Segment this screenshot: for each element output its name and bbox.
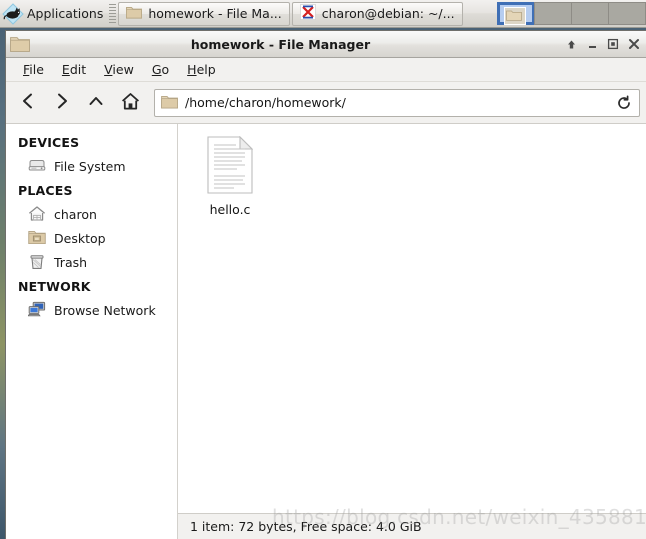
- parent-folder-button[interactable]: [80, 87, 112, 119]
- file-icon-view[interactable]: hello.c: [178, 124, 646, 513]
- file-item-hello-c[interactable]: hello.c: [192, 135, 268, 217]
- menu-go[interactable]: Go: [143, 60, 178, 79]
- menu-file[interactable]: File: [14, 60, 53, 79]
- screen: Applications homework - File Ma... charo…: [0, 0, 646, 539]
- applications-menu-label: Applications: [27, 6, 104, 21]
- window-task-list: homework - File Ma... charon@debian: ~/.…: [118, 0, 494, 27]
- workspace-4-button[interactable]: [608, 2, 646, 25]
- chevron-up-icon: [87, 92, 105, 113]
- panel-handle[interactable]: [109, 4, 117, 23]
- status-text: 1 item: 72 bytes, Free space: 4.0 GiB: [190, 519, 422, 534]
- workspace-1-button[interactable]: [497, 2, 535, 25]
- home-icon: [121, 92, 140, 114]
- path-folder-icon: [161, 94, 178, 112]
- menu-go-rest: o: [161, 62, 170, 77]
- chevron-right-icon: [53, 92, 71, 113]
- sidebar-header-network: NETWORK: [18, 279, 91, 294]
- drive-harddisk-icon: [28, 157, 46, 175]
- shortcuts-sidebar: DEVICES File System PLACES charon Deskto…: [6, 124, 178, 539]
- window-titlebar[interactable]: homework - File Manager: [6, 31, 646, 58]
- menu-go-accel: G: [151, 62, 162, 77]
- forward-button[interactable]: [46, 87, 78, 119]
- maximize-button[interactable]: [603, 34, 623, 54]
- folder-icon: [126, 5, 143, 22]
- menu-view[interactable]: View: [95, 60, 143, 79]
- main-area: hello.c 1 item: 72 bytes, Free space: 4.…: [178, 124, 646, 539]
- task-button-label: charon@debian: ~/...: [321, 6, 455, 21]
- task-button-file-manager[interactable]: homework - File Ma...: [118, 1, 290, 26]
- xterm-icon: [299, 4, 316, 23]
- sidebar-item-label: File System: [54, 158, 126, 174]
- menu-edit[interactable]: Edit: [53, 60, 95, 79]
- sidebar-item-label: Browse Network: [54, 302, 156, 318]
- menu-edit-rest: dit: [69, 62, 87, 77]
- xfce-top-panel: Applications homework - File Ma... charo…: [0, 0, 646, 28]
- workspace-switcher: [494, 0, 646, 27]
- window-body: DEVICES File System PLACES charon Deskto…: [6, 124, 646, 539]
- chevron-left-icon: [19, 92, 37, 113]
- trash-icon: [28, 253, 46, 271]
- menu-help-rest: elp: [196, 62, 216, 77]
- xfce-mouse-logo-icon: [2, 2, 24, 25]
- menu-edit-accel: E: [61, 62, 70, 77]
- window-title: homework - File Manager: [190, 36, 371, 52]
- shade-button[interactable]: [561, 34, 581, 54]
- sidebar-item-label: Trash: [54, 254, 88, 270]
- menubar: File Edit View Go Help: [6, 58, 646, 82]
- menu-help-accel: H: [187, 62, 197, 77]
- reload-button[interactable]: [615, 94, 633, 112]
- sidebar-item-trash[interactable]: Trash: [6, 250, 177, 274]
- menu-help[interactable]: Help: [178, 60, 225, 79]
- sidebar-header-places: PLACES: [18, 183, 73, 198]
- sidebar-item-charon[interactable]: charon: [6, 202, 177, 226]
- back-button[interactable]: [12, 87, 44, 119]
- file-manager-window: homework - File Manager File Edit View G…: [5, 30, 646, 539]
- menu-file-rest: ile: [29, 62, 44, 77]
- path-text[interactable]: /home/charon/homework/: [185, 95, 608, 110]
- window-controls: [561, 34, 644, 54]
- task-button-terminal[interactable]: charon@debian: ~/...: [291, 1, 463, 26]
- menu-view-rest: iew: [112, 62, 134, 77]
- text-document-icon: [207, 135, 254, 197]
- applications-menu-button[interactable]: Applications: [0, 0, 107, 27]
- task-button-label: homework - File Ma...: [148, 6, 282, 21]
- sidebar-item-file-system[interactable]: File System: [6, 154, 177, 178]
- desktop-folder-icon: [28, 229, 46, 247]
- sidebar-item-browse-network[interactable]: Browse Network: [6, 298, 177, 322]
- path-entry[interactable]: /home/charon/homework/: [154, 88, 640, 117]
- workspace-3-button[interactable]: [571, 2, 609, 25]
- network-icon: [27, 301, 46, 319]
- navigation-toolbar: /home/charon/homework/: [6, 82, 646, 124]
- close-button[interactable]: [624, 34, 644, 54]
- home-button[interactable]: [114, 87, 146, 119]
- sidebar-header-devices: DEVICES: [18, 135, 80, 150]
- workspace-2-button[interactable]: [534, 2, 572, 25]
- sidebar-item-label: charon: [54, 206, 97, 222]
- home-folder-icon: [28, 205, 46, 223]
- workspace-window-thumb: [504, 7, 526, 25]
- file-name-label: hello.c: [209, 202, 251, 217]
- statusbar: 1 item: 72 bytes, Free space: 4.0 GiB: [178, 513, 646, 539]
- sidebar-item-label: Desktop: [54, 230, 106, 246]
- minimize-button[interactable]: [582, 34, 602, 54]
- sidebar-item-desktop[interactable]: Desktop: [6, 226, 177, 250]
